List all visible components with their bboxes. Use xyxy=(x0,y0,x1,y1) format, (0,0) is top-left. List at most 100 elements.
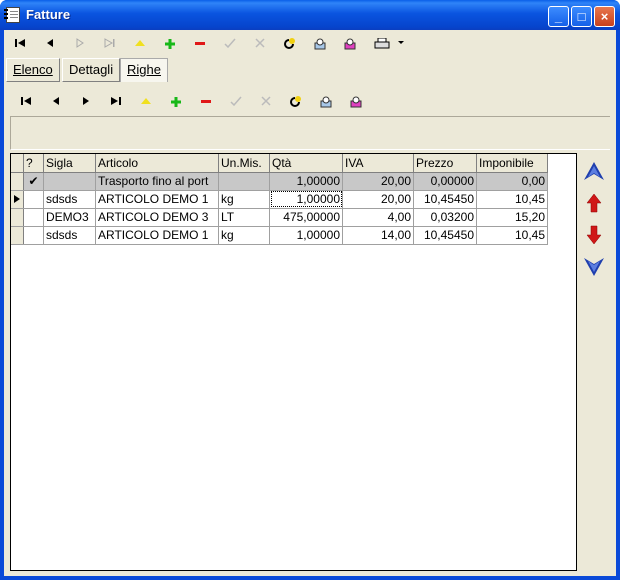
cell-prezzo[interactable]: 0,03200 xyxy=(413,208,477,227)
row-indicator[interactable] xyxy=(11,208,24,227)
cell-prezzo[interactable]: 0,00000 xyxy=(413,172,477,191)
tab-righe[interactable]: Righe xyxy=(120,58,168,82)
table-row[interactable]: ✔ Trasporto fino al port 1,00000 20,00 0… xyxy=(11,172,548,191)
filter-button[interactable] xyxy=(338,34,362,54)
next-record-icon xyxy=(76,38,84,48)
minimize-button[interactable]: _ xyxy=(548,6,569,27)
move-top-button[interactable] xyxy=(582,160,608,184)
search-button[interactable] xyxy=(308,34,332,54)
move-down-icon xyxy=(586,225,602,245)
cell-imponibile[interactable]: 10,45 xyxy=(476,190,548,209)
col-header-prezzo[interactable]: Prezzo xyxy=(413,154,477,173)
refresh-button[interactable] xyxy=(278,34,302,54)
maximize-button[interactable]: □ xyxy=(571,6,592,27)
tab-elenco[interactable]: Elenco xyxy=(6,58,60,82)
cell-unmis[interactable] xyxy=(218,172,270,191)
add-button[interactable] xyxy=(158,34,182,54)
detail-last-button[interactable] xyxy=(104,92,128,112)
row-indicator[interactable] xyxy=(11,172,24,191)
col-header-iva[interactable]: IVA xyxy=(342,154,414,173)
col-header-qta[interactable]: Qtà xyxy=(269,154,343,173)
print-dropdown[interactable] xyxy=(394,34,408,54)
move-down-button[interactable] xyxy=(582,224,608,248)
cell-qta[interactable]: 1,00000 xyxy=(269,172,343,191)
cell-unmis[interactable]: kg xyxy=(218,190,270,209)
last-record-button[interactable] xyxy=(98,34,122,54)
table-row[interactable]: sdsds ARTICOLO DEMO 1 kg 1,00000 14,00 1… xyxy=(11,226,548,245)
detail-cancel-button[interactable] xyxy=(254,92,278,112)
detail-prior-button[interactable] xyxy=(44,92,68,112)
cell-check[interactable] xyxy=(23,226,44,245)
cell-iva[interactable]: 14,00 xyxy=(342,226,414,245)
rows-table: ? Sigla Articolo Un.Mis. Qtà IVA Prezzo … xyxy=(11,154,548,245)
col-header-check[interactable]: ? xyxy=(23,154,44,173)
cell-articolo[interactable]: ARTICOLO DEMO 1 xyxy=(95,190,219,209)
cancel-icon xyxy=(261,96,271,106)
search-icon xyxy=(320,96,332,108)
prior-record-button[interactable] xyxy=(38,34,62,54)
col-header-sigla[interactable]: Sigla xyxy=(43,154,96,173)
cell-iva[interactable]: 4,00 xyxy=(342,208,414,227)
post-button[interactable] xyxy=(218,34,242,54)
cell-iva[interactable]: 20,00 xyxy=(342,172,414,191)
cell-prezzo[interactable]: 10,45450 xyxy=(413,226,477,245)
tab-dettagli[interactable]: Dettagli xyxy=(62,58,121,82)
move-bottom-icon xyxy=(584,258,604,276)
detail-refresh-button[interactable] xyxy=(284,92,308,112)
prior-record-icon xyxy=(47,39,53,47)
cancel-button[interactable] xyxy=(248,34,272,54)
detail-first-button[interactable] xyxy=(14,92,38,112)
detail-search-button[interactable] xyxy=(314,92,338,112)
rows-grid[interactable]: ? Sigla Articolo Un.Mis. Qtà IVA Prezzo … xyxy=(10,153,577,571)
first-record-icon xyxy=(15,39,25,47)
detail-add-button[interactable] xyxy=(164,92,188,112)
col-header-unmis[interactable]: Un.Mis. xyxy=(218,154,270,173)
row-indicator[interactable] xyxy=(11,226,24,245)
print-button[interactable] xyxy=(370,34,394,54)
cell-check[interactable]: ✔ xyxy=(23,172,44,191)
detail-post-button[interactable] xyxy=(224,92,248,112)
window-client: Elenco Dettagli Righe ? Sigla Articolo U… xyxy=(4,30,616,576)
add-icon xyxy=(171,97,181,107)
table-row[interactable]: DEMO3 ARTICOLO DEMO 3 LT 475,00000 4,00 … xyxy=(11,208,548,227)
detail-edit-button[interactable] xyxy=(134,92,158,112)
cell-articolo[interactable]: ARTICOLO DEMO 3 xyxy=(95,208,219,227)
cell-articolo[interactable]: ARTICOLO DEMO 1 xyxy=(95,226,219,245)
cell-check[interactable] xyxy=(23,208,44,227)
cell-qta[interactable]: 475,00000 xyxy=(269,208,343,227)
cell-sigla[interactable] xyxy=(43,172,96,191)
detail-filter-button[interactable] xyxy=(344,92,368,112)
col-header-imponibile[interactable]: Imponibile xyxy=(476,154,548,173)
delete-button[interactable] xyxy=(188,34,212,54)
detail-next-button[interactable] xyxy=(74,92,98,112)
cell-prezzo[interactable]: 10,45450 xyxy=(413,190,477,209)
cell-qta[interactable]: 1,00000 xyxy=(269,190,343,209)
close-button[interactable]: × xyxy=(594,6,615,27)
cell-check[interactable] xyxy=(23,190,44,209)
col-header-articolo[interactable]: Articolo xyxy=(95,154,219,173)
cell-imponibile[interactable]: 10,45 xyxy=(476,226,548,245)
edit-button[interactable] xyxy=(128,34,152,54)
title-bar[interactable]: Fatture _ □ × xyxy=(0,0,620,30)
cell-imponibile[interactable]: 0,00 xyxy=(476,172,548,191)
cell-imponibile[interactable]: 15,20 xyxy=(476,208,548,227)
first-record-icon xyxy=(21,97,31,105)
move-up-button[interactable] xyxy=(582,192,608,216)
cell-sigla[interactable]: sdsds xyxy=(43,226,96,245)
cell-unmis[interactable]: kg xyxy=(218,226,270,245)
cell-iva[interactable]: 20,00 xyxy=(342,190,414,209)
move-bottom-button[interactable] xyxy=(582,256,608,280)
row-indicator[interactable] xyxy=(11,190,24,209)
cell-unmis[interactable]: LT xyxy=(218,208,270,227)
first-record-button[interactable] xyxy=(8,34,32,54)
cell-articolo[interactable]: Trasporto fino al port xyxy=(95,172,219,191)
detail-delete-button[interactable] xyxy=(194,92,218,112)
cell-sigla[interactable]: sdsds xyxy=(43,190,96,209)
table-row[interactable]: sdsds ARTICOLO DEMO 1 kg 1,00000 20,00 1… xyxy=(11,190,548,209)
fatture-window: Fatture _ □ × Elenco Dettagli Righe ? Si… xyxy=(0,0,620,580)
cell-sigla[interactable]: DEMO3 xyxy=(43,208,96,227)
cancel-icon xyxy=(255,38,265,48)
next-record-button[interactable] xyxy=(68,34,92,54)
cell-qta[interactable]: 1,00000 xyxy=(269,226,343,245)
move-top-icon xyxy=(584,162,604,180)
